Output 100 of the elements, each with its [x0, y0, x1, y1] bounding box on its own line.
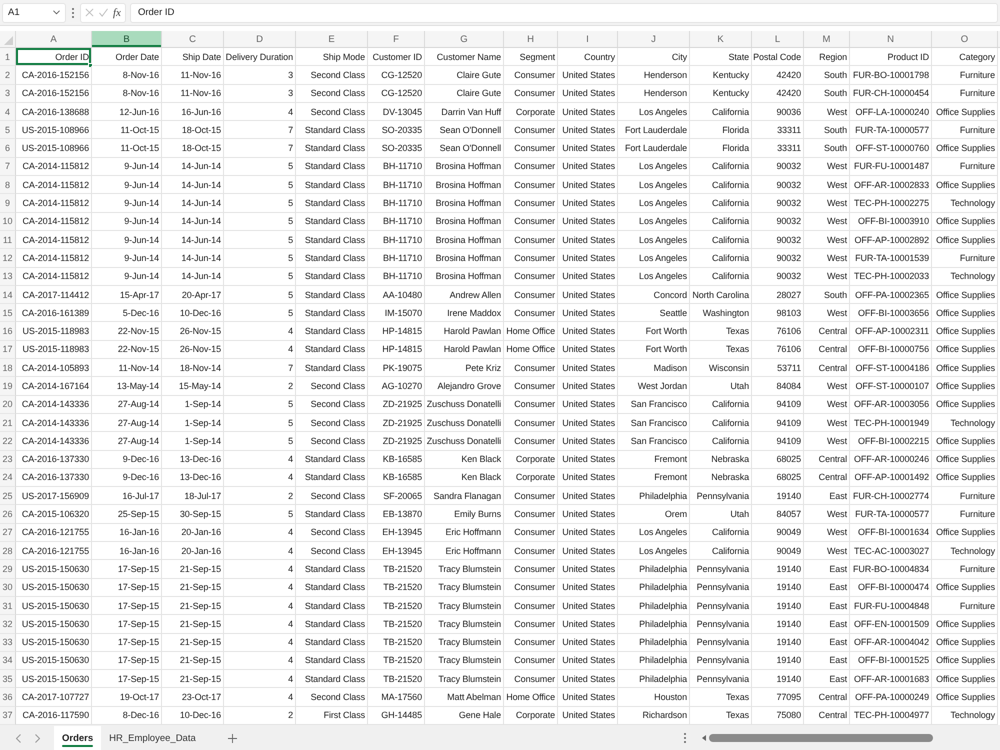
- row-number[interactable]: 27: [0, 524, 16, 542]
- table-cell: Office Supplies: [932, 322, 998, 341]
- table-cell: 27-Aug-14: [92, 414, 162, 432]
- row-number[interactable]: 19: [0, 377, 16, 396]
- table-cell: BH-11710: [368, 268, 425, 286]
- table-cell: Standard Class: [296, 468, 368, 488]
- table-cell: Harold Pawlan: [425, 340, 504, 360]
- column-header[interactable]: E: [296, 31, 368, 47]
- row-number[interactable]: 20: [0, 396, 16, 414]
- name-box[interactable]: A1: [2, 2, 66, 22]
- row-number[interactable]: 15: [0, 304, 16, 322]
- table-cell: United States: [558, 84, 618, 103]
- row-number[interactable]: 6: [0, 139, 16, 158]
- row-number[interactable]: 24: [0, 468, 16, 488]
- column-header[interactable]: C: [162, 31, 224, 47]
- table-cell: Standard Class: [296, 304, 368, 322]
- table-cell: 9-Dec-16: [92, 450, 162, 469]
- fill-handle[interactable]: [88, 63, 93, 68]
- table-cell: 19140: [752, 560, 804, 579]
- table-cell: MA-17560: [368, 688, 425, 707]
- row-number[interactable]: 28: [0, 542, 16, 560]
- table-cell: Eric Hoffmann: [425, 524, 504, 542]
- row-number[interactable]: 2: [0, 66, 16, 85]
- row-number[interactable]: 18: [0, 359, 16, 378]
- row-number[interactable]: 25: [0, 487, 16, 506]
- column-header[interactable]: F: [368, 31, 425, 47]
- table-cell: Henderson: [618, 66, 690, 85]
- row-number[interactable]: 31: [0, 596, 16, 616]
- table-cell: TB-21520: [368, 615, 425, 634]
- column-header[interactable]: B: [92, 31, 162, 47]
- row-number[interactable]: 34: [0, 652, 16, 670]
- previous-sheet-icon[interactable]: [16, 734, 21, 742]
- table-cell: 9-Jun-14: [92, 249, 162, 268]
- table-cell: Standard Class: [296, 139, 368, 158]
- table-cell: United States: [558, 414, 618, 432]
- row-number[interactable]: 12: [0, 249, 16, 268]
- table-cell: KB-16585: [368, 450, 425, 469]
- table-cell: Texas: [690, 340, 752, 360]
- table-cell: Zuschuss Donatelli: [425, 432, 504, 451]
- table-cell: West: [804, 396, 850, 414]
- cancel-icon[interactable]: [85, 8, 94, 17]
- row-number[interactable]: 14: [0, 286, 16, 304]
- table-cell: Zuschuss Donatelli: [425, 396, 504, 414]
- column-header[interactable]: I: [558, 31, 618, 47]
- row-number[interactable]: 8: [0, 176, 16, 194]
- row-number[interactable]: 23: [0, 450, 16, 469]
- row-number[interactable]: 4: [0, 102, 16, 122]
- column-header[interactable]: K: [690, 31, 752, 47]
- row-number[interactable]: 17: [0, 340, 16, 360]
- table-cell: Consumer: [504, 194, 558, 213]
- row-number[interactable]: 3: [0, 84, 16, 103]
- column-header[interactable]: D: [224, 31, 296, 47]
- row-number[interactable]: 26: [0, 505, 16, 524]
- row-number[interactable]: 5: [0, 121, 16, 140]
- scrollbar-thumb[interactable]: [709, 734, 933, 742]
- row-number[interactable]: 35: [0, 670, 16, 688]
- row-number[interactable]: 33: [0, 634, 16, 652]
- row-number[interactable]: 21: [0, 414, 16, 432]
- table-cell: 4: [224, 450, 296, 469]
- check-icon[interactable]: [99, 8, 108, 17]
- table-cell: Standard Class: [296, 450, 368, 469]
- sheet-tab[interactable]: HR_Employee_Data: [101, 726, 204, 750]
- row-number[interactable]: 29: [0, 560, 16, 579]
- table-cell: CA-2014-143336: [16, 432, 92, 451]
- table-cell: California: [690, 212, 752, 231]
- row-number[interactable]: 1: [0, 48, 16, 66]
- table-cell: United States: [558, 249, 618, 268]
- row-number[interactable]: 9: [0, 194, 16, 213]
- column-header[interactable]: N: [850, 31, 932, 47]
- table-cell: Furniture: [932, 487, 998, 506]
- formula-field[interactable]: Order ID: [130, 2, 998, 22]
- column-header[interactable]: M: [804, 31, 850, 47]
- insert-function-button[interactable]: fx: [113, 6, 121, 18]
- row-number[interactable]: 10: [0, 212, 16, 231]
- table-cell: SO-20335: [368, 121, 425, 140]
- table-cell: 4: [224, 670, 296, 688]
- column-header[interactable]: O: [932, 31, 998, 47]
- column-header[interactable]: G: [425, 31, 504, 47]
- table-cell: 8-Nov-16: [92, 66, 162, 85]
- table-cell: Claire Gute: [425, 84, 504, 103]
- table-cell: Fort Lauderdale: [618, 121, 690, 140]
- row-number[interactable]: 7: [0, 158, 16, 176]
- row-number[interactable]: 37: [0, 706, 16, 725]
- column-header[interactable]: J: [618, 31, 690, 47]
- row-number[interactable]: 30: [0, 578, 16, 597]
- next-sheet-icon[interactable]: [35, 734, 40, 742]
- row-number[interactable]: 22: [0, 432, 16, 451]
- scroll-left-icon[interactable]: [702, 735, 706, 741]
- row-number[interactable]: 36: [0, 688, 16, 707]
- column-header[interactable]: H: [504, 31, 558, 47]
- table-cell: West: [804, 212, 850, 231]
- select-all-icon[interactable]: [4, 36, 13, 45]
- table-cell: 14-Jun-14: [162, 268, 224, 286]
- row-number[interactable]: 13: [0, 268, 16, 286]
- add-sheet-icon[interactable]: [228, 734, 237, 742]
- row-number[interactable]: 32: [0, 615, 16, 634]
- row-number[interactable]: 11: [0, 230, 16, 250]
- sheet-tab[interactable]: Orders: [54, 726, 102, 750]
- row-number[interactable]: 16: [0, 322, 16, 341]
- column-header[interactable]: L: [752, 31, 804, 47]
